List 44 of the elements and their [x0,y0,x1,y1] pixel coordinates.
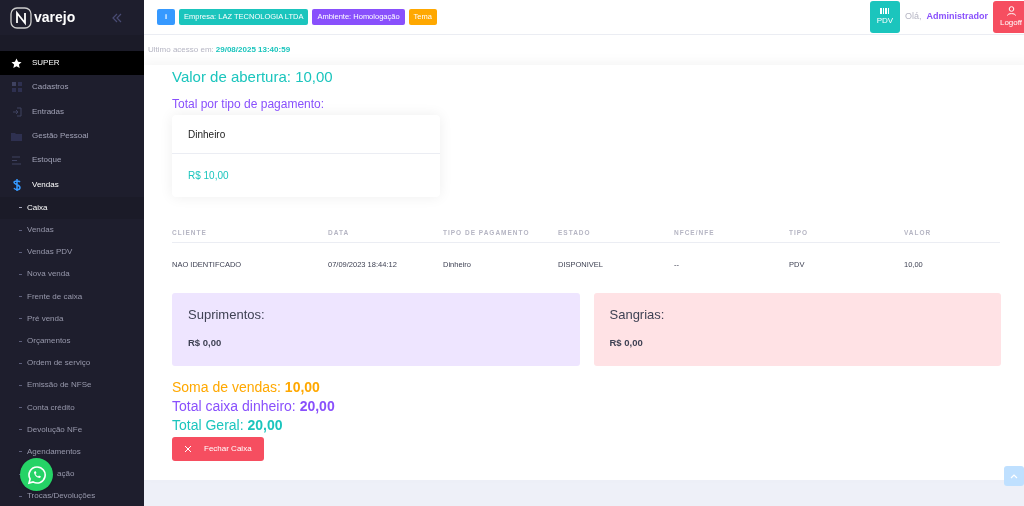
sidebar-label: Vendas [32,178,59,191]
user-name: Administrador [926,10,988,24]
sidebar-item[interactable]: SUPER [0,51,144,76]
cash-card-amount: R$ 0,00 [609,336,644,350]
sidebar-item[interactable]: Estoque [0,148,144,173]
logoff-button[interactable]: Logoff [993,1,1024,33]
last-access-label: Ultimo acesso em: [148,44,214,56]
sidebar-subitem[interactable]: ação [0,463,144,486]
greeting-text: Olá, [904,10,922,24]
cash-card-amount: R$ 0,00 [188,336,223,350]
sidebar-subitem[interactable]: Conta crédito [0,396,144,419]
cash-card-title: Sangrias: [609,307,666,323]
sidebar-item[interactable]: Entradas [0,99,144,124]
sidebar-label: Estoque [32,154,62,167]
sidebar-subitem[interactable]: Pré venda [0,307,144,330]
sidebar-item[interactable]: Vendas [0,172,144,197]
sidebar-subitem[interactable]: Nova venda [0,263,144,286]
close-cash-button[interactable]: Fechar Caixa [172,437,264,461]
opening-value: Valor de abertura: 10,00 [172,67,334,87]
payment-amount: R$ 10,00 [188,169,229,183]
sidebar-item[interactable]: Gestão Pessoal [0,123,144,149]
sidebar-subitem[interactable]: Trocas/Devoluções [0,485,144,506]
sidebar-subitem[interactable]: Orçamentos [0,329,144,353]
brand-name: varejo [34,8,76,27]
sidebar-label: SUPER [32,57,60,70]
total-line: Soma de vendas: 10,00 [172,378,320,397]
payment-name: Dinheiro [188,127,226,142]
total-line: Total Geral: 20,00 [172,416,283,435]
sidebar-item[interactable]: Cadastros [0,75,144,100]
sidebar-label: Cadastros [32,81,69,94]
sidebar-subitem[interactable]: Emissão de NFSe [0,374,144,397]
payment-title: Total por tipo de pagamento: [172,96,326,112]
total-line: Total caixa dinheiro: 20,00 [172,397,335,416]
sidebar-subitem[interactable]: Frente de caixa [0,285,144,308]
cash-card-title: Suprimentos: [188,307,266,323]
sidebar-subitem[interactable]: Ordem de serviço [0,352,144,375]
sidebar-subitem[interactable]: Devolução NFe [0,418,144,441]
sidebar-subitem[interactable]: Vendas PDV [0,241,144,264]
sidebar-subitem[interactable]: Vendas [0,218,144,242]
last-access-time: 29/08/2025 13:40:59 [215,44,291,56]
sidebar-label: Entradas [32,105,65,118]
sidebar-subitem[interactable]: Caixa [0,196,144,219]
sidebar-subitem[interactable]: Agendamentos [0,440,144,464]
sidebar-label: Gestão Pessoal [32,130,89,143]
